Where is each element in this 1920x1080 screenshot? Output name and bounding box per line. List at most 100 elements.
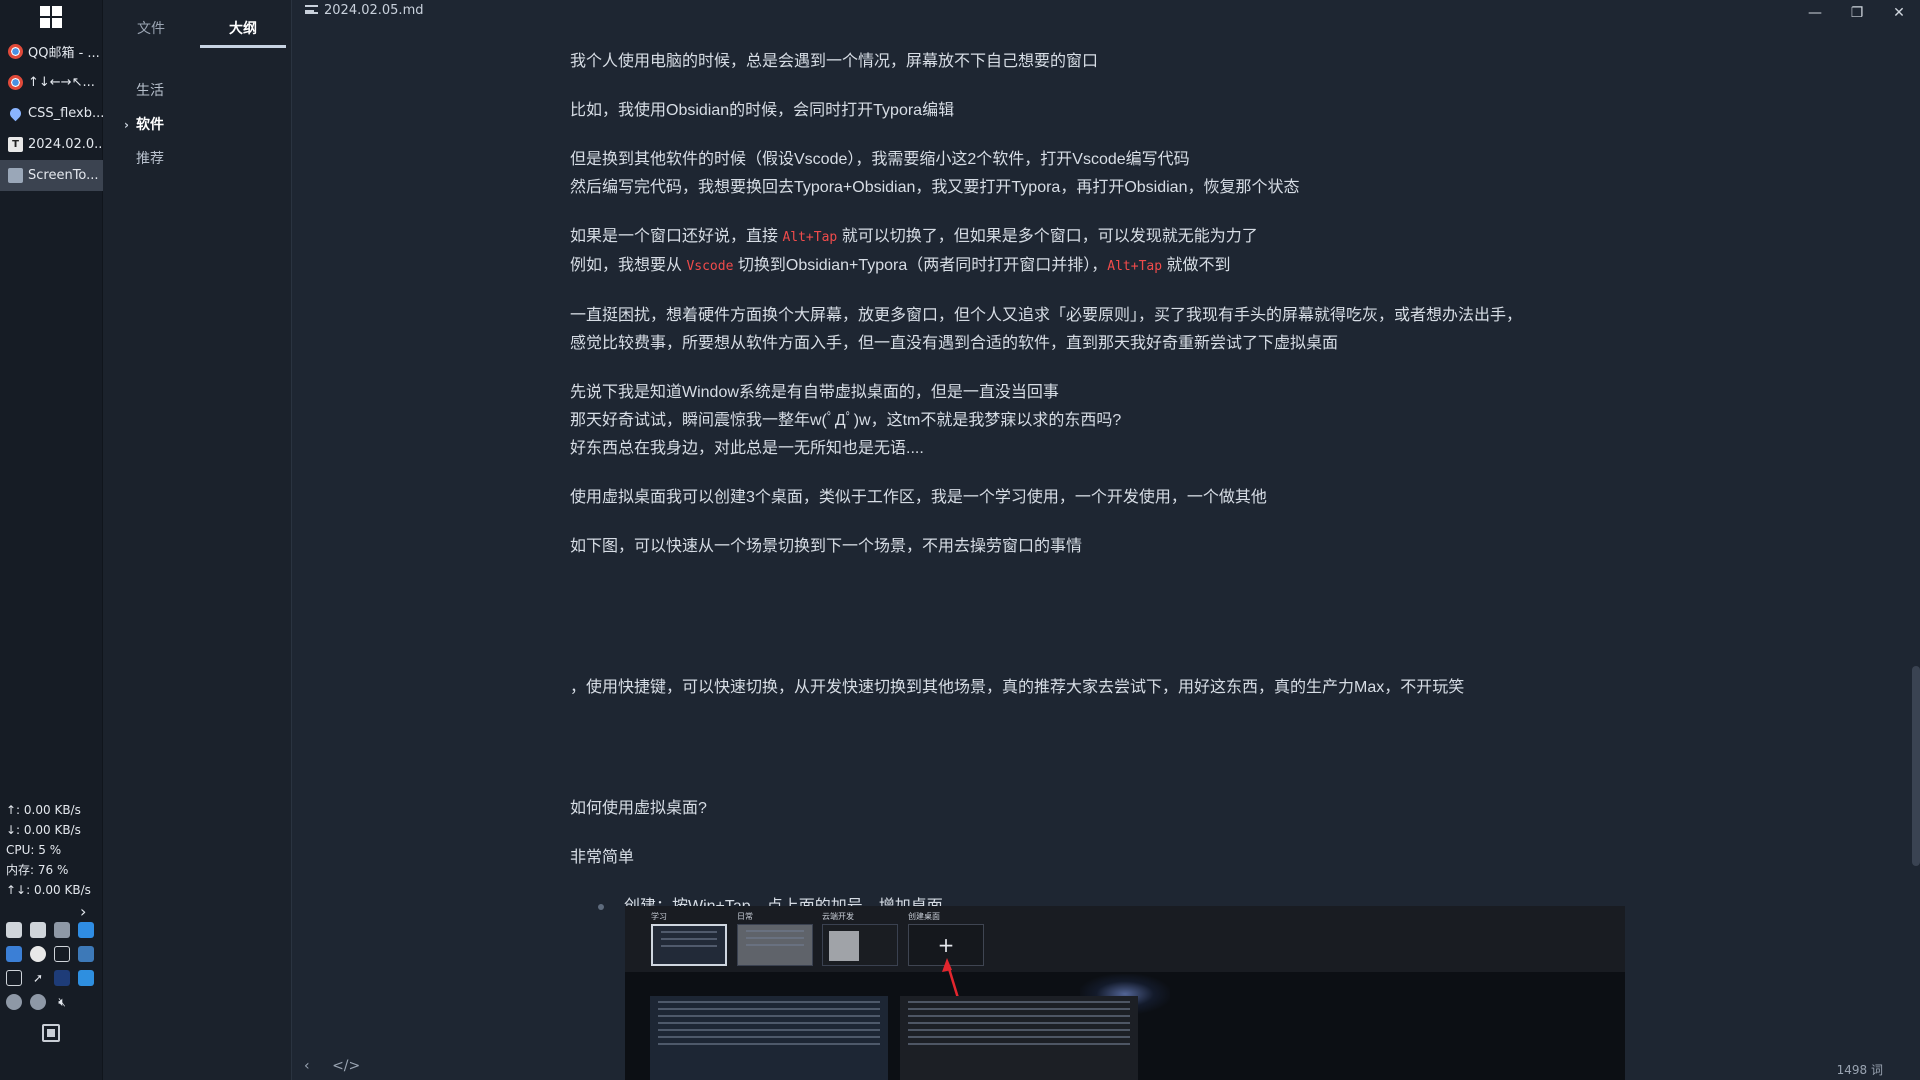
paragraph-text: 比如，我使用Obsidian的时候，会同时打开Typora编辑 (570, 102, 955, 119)
text-run: 例如，我想要从 (570, 257, 687, 274)
drop-icon (7, 105, 24, 122)
virtual-desktop-screenshot: 学习 日常 云端开发 创建桌面 + (625, 906, 1625, 1080)
taskbar-item-label: CSS_flexb... (28, 106, 103, 121)
tray-app-icon[interactable] (30, 994, 46, 1010)
sidebar-tabs: 文件 大纲 (103, 0, 292, 48)
paragraph: 如果是一个窗口还好说，直接 Alt+Tap 就可以切换了，但如果是多个窗口，可以… (570, 223, 1640, 281)
close-button[interactable]: ✕ (1878, 0, 1920, 26)
paragraph: 非常简单 (570, 844, 1640, 872)
download-speed: ↓: 0.00 KB/s (6, 823, 81, 837)
taskbar-item-typora[interactable]: T 2024.02.0... (0, 129, 103, 160)
paragraph-text: 如何使用虚拟桌面? (570, 800, 707, 817)
taskbar-item-label: ↑↓←→↖... (28, 75, 95, 90)
menu-icon[interactable] (305, 5, 318, 14)
chrome-icon (8, 75, 23, 90)
monitor-icon[interactable] (54, 946, 70, 962)
outline-item-label: 推荐 (136, 151, 164, 167)
word-count[interactable]: 1498 词 (1837, 1061, 1883, 1078)
vertical-scrollbar[interactable] (1912, 666, 1920, 866)
chat-icon[interactable] (54, 970, 70, 986)
paragraph-line: 例如，我想要从 Vscode 切换到Obsidian+Typora（两者同时打开… (570, 252, 1640, 281)
cpu-usage: CPU: 5 % (6, 843, 62, 857)
tab-outline[interactable]: 大纲 (200, 0, 286, 48)
image-placeholder (570, 582, 1640, 674)
tray-chevron-icon[interactable]: › (80, 902, 86, 921)
taskbar-app-list: QQ邮箱 - ... ↑↓←→↖... CSS_flexb... T 2024.… (0, 36, 103, 191)
paragraph-text: 如下图，可以快速从一个场景切换到下一个场景，不用去操劳窗口的事情 (570, 538, 1083, 555)
outline-item-software[interactable]: › 软件 (103, 108, 292, 142)
chevron-right-icon[interactable]: › (124, 108, 129, 142)
total-speed: ↑↓: 0.00 KB/s (6, 883, 91, 897)
system-monitor: ↑: 0.00 KB/s ↓: 0.00 KB/s CPU: 5 % 内存: 7… (6, 800, 101, 900)
save-icon[interactable] (30, 922, 46, 938)
tab-files[interactable]: 文件 (103, 0, 199, 48)
paragraph-text: 使用虚拟桌面我可以创建3个桌面，类似于工作区，我是一个学习使用，一个开发使用，一… (570, 489, 1267, 506)
paragraph-line: 先说下我是知道Window系统是有自带虚拟桌面的，但是一直没当回事 (570, 384, 1059, 401)
status-bar-left: ‹ </> (304, 1058, 378, 1074)
back-chevron-icon[interactable]: ‹ (304, 1058, 310, 1074)
paragraph-text: 非常简单 (570, 849, 635, 866)
paragraph: 先说下我是知道Window系统是有自带虚拟桌面的，但是一直没当回事 那天好奇试试… (570, 379, 1640, 463)
paragraph-line: 然后编写完代码，我想要换回去Typora+Obsidian，我又要打开Typor… (570, 179, 1300, 196)
paragraph: 使用虚拟桌面我可以创建3个桌面，类似于工作区，我是一个学习使用，一个开发使用，一… (570, 484, 1640, 512)
taskbar-item-qqmail[interactable]: QQ邮箱 - ... (0, 36, 103, 67)
volume-muted-icon[interactable]: 🔇︎ (54, 994, 70, 1010)
paragraph-line: 好东西总在我身边，对此总是一无所知也是无语.... (570, 440, 924, 457)
paragraph: ，使用快捷键，可以快速切换，从开发快速切换到其他场景，真的推荐大家去尝试下，用好… (570, 674, 1640, 702)
paragraph-text: ，使用快捷键，可以快速切换，从开发快速切换到其他场景，真的推荐大家去尝试下，用好… (570, 679, 1465, 696)
screen-icon (8, 168, 23, 183)
outline-item-label: 软件 (136, 117, 164, 133)
text-run: 如果是一个窗口还好说，直接 (570, 228, 783, 245)
paragraph: 但是换到其他软件的时候（假设Vscode），我需要缩小这2个软件，打开Vscod… (570, 146, 1640, 202)
outline-item-life[interactable]: 生活 (103, 74, 292, 108)
text-run: 切换到Obsidian+Typora（两者同时打开窗口并排）， (733, 257, 1108, 274)
window-controls: — ❐ ✕ (1794, 0, 1920, 24)
tray-app-icon[interactable] (6, 994, 22, 1010)
windows-start-icon[interactable] (40, 6, 62, 28)
screenshot-icon[interactable] (78, 946, 94, 962)
paragraph-line: 如果是一个窗口还好说，直接 Alt+Tap 就可以切换了，但如果是多个窗口，可以… (570, 223, 1640, 252)
save-icon[interactable] (6, 922, 22, 938)
paragraph-line: 那天好奇试试，瞬间震惊我一整年w(ﾟДﾟ)w，这tm不就是我梦寐以求的东西吗? (570, 412, 1122, 429)
minimize-button[interactable]: — (1794, 0, 1836, 26)
document-content[interactable]: 我个人使用电脑的时候，总是会遇到一个情况，屏幕放不下自己想要的窗口 比如，我使用… (570, 48, 1640, 921)
taskbar-item-arrows[interactable]: ↑↓←→↖... (0, 67, 103, 98)
show-desktop-icon[interactable] (42, 1024, 60, 1042)
editor-main: 2024.02.05.md — ❐ ✕ 我个人使用电脑的时候，总是会遇到一个情况… (292, 0, 1920, 1080)
chrome-icon (8, 44, 23, 59)
outline-item-label: 生活 (136, 83, 164, 99)
taskbar-item-label: QQ邮箱 - ... (28, 46, 100, 61)
taskbar-item-screentogif[interactable]: ScreenTo... (0, 160, 103, 191)
ball-icon[interactable] (30, 946, 46, 962)
paragraph-line: 感觉比较费事，所要想从软件方面入手，但一直没有遇到合适的软件，直到那天我好奇重新… (570, 335, 1339, 352)
inline-code: Alt+Tap (782, 230, 838, 245)
document-title: 2024.02.05.md (305, 3, 423, 18)
restore-button[interactable]: ❐ (1836, 0, 1878, 26)
paragraph: 比如，我使用Obsidian的时候，会同时打开Typora编辑 (570, 97, 1640, 125)
outline-item-recommend[interactable]: 推荐 (103, 142, 292, 176)
status-bar: ‹ </> 1498 词 (292, 1056, 1920, 1080)
paragraph-line: 一直挺困扰，想着硬件方面换个大屏幕，放更多窗口，但个人又追求「必要原则」，买了我… (570, 307, 1523, 324)
app-icon[interactable] (6, 946, 22, 962)
system-tray: ➚ 🔇︎ (6, 922, 101, 1010)
title-bar: 2024.02.05.md — ❐ ✕ (292, 0, 1920, 24)
taskbar-item-css-flexbox[interactable]: CSS_flexb... (0, 98, 103, 129)
cursor-icon[interactable]: ➚ (30, 970, 46, 986)
paragraph-text: 我个人使用电脑的时候，总是会遇到一个情况，屏幕放不下自己想要的窗口 (570, 53, 1099, 70)
typora-icon: T (8, 137, 23, 152)
memory-usage: 内存: 76 % (6, 863, 69, 877)
blank-space (570, 723, 1640, 795)
vscode-icon[interactable] (78, 970, 94, 986)
inline-code: Vscode (686, 259, 734, 274)
taskbar-item-label: 2024.02.0... (28, 137, 103, 152)
paragraph: 如何使用虚拟桌面? (570, 795, 1640, 823)
cloud-icon[interactable] (54, 922, 70, 938)
upload-speed: ↑: 0.00 KB/s (6, 803, 81, 817)
edge-icon[interactable] (78, 922, 94, 938)
storage-icon[interactable] (6, 970, 22, 986)
outline-list: 生活 › 软件 推荐 (103, 74, 292, 176)
text-run: 就做不到 (1162, 257, 1231, 274)
document-filename: 2024.02.05.md (324, 3, 424, 18)
inline-code: Alt+Tap (1107, 259, 1163, 274)
source-code-icon[interactable]: </> (332, 1058, 360, 1074)
